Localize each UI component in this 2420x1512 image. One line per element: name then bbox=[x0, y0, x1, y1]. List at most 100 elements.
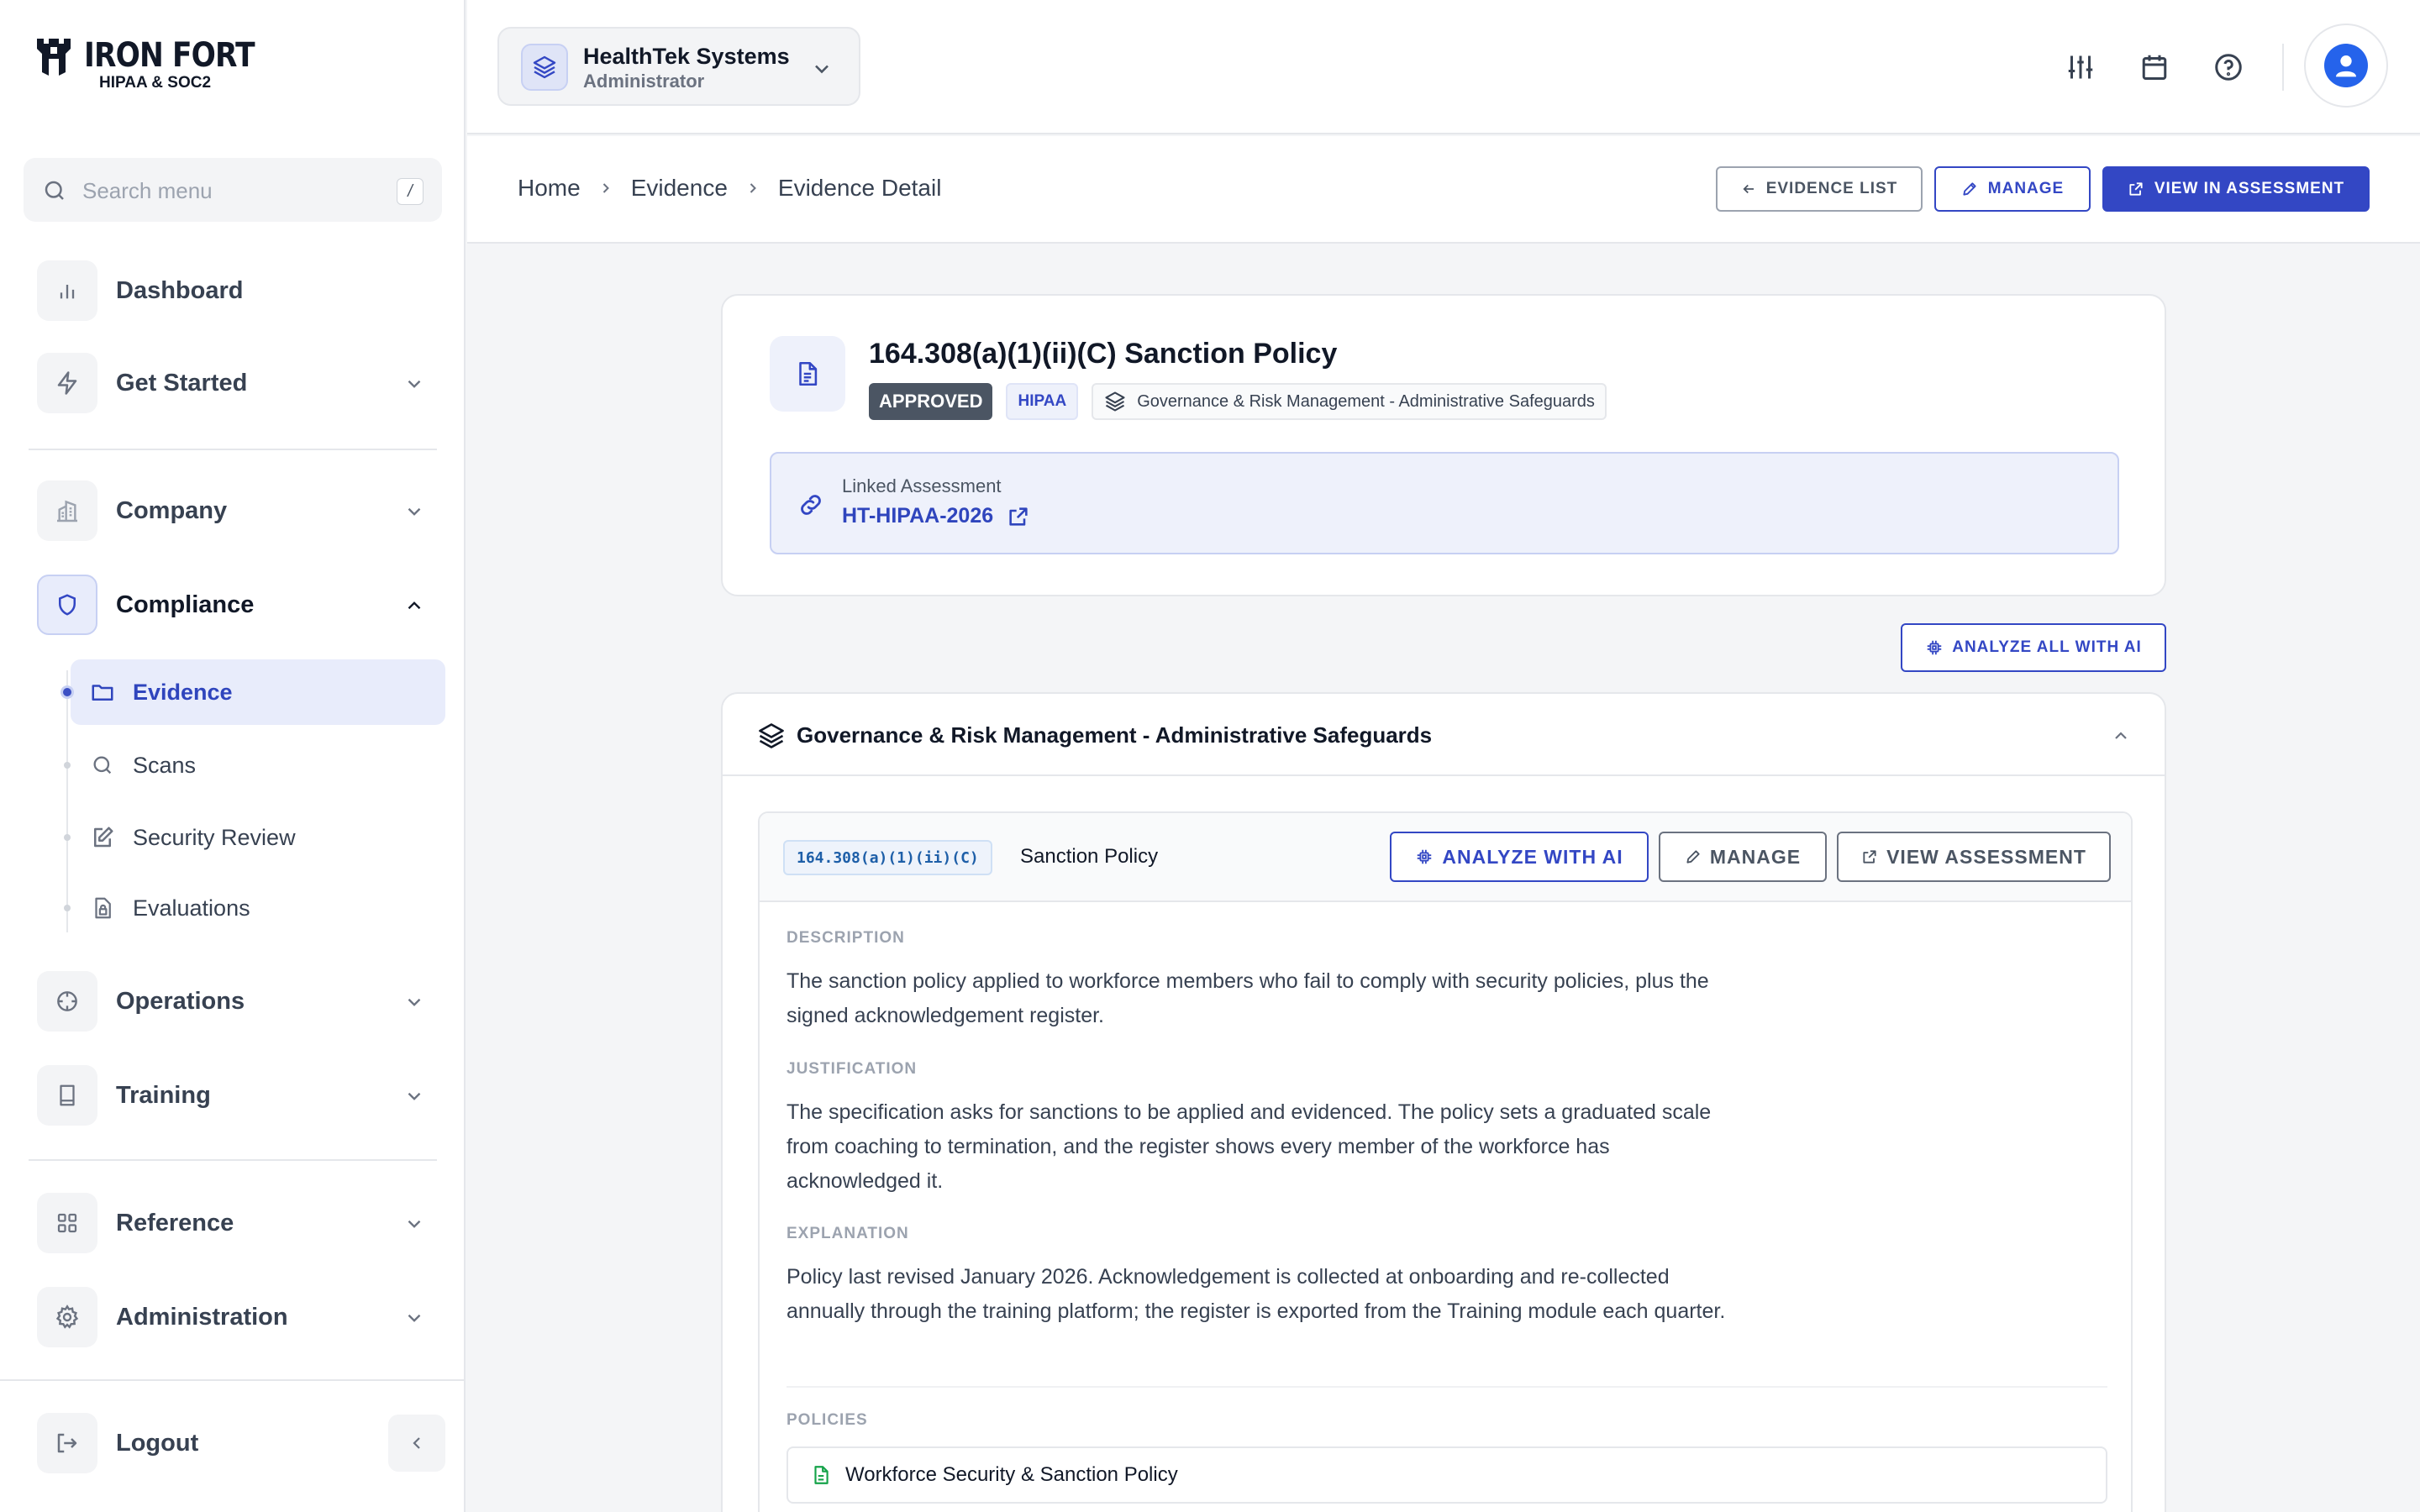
sidebar-item-scans[interactable]: Scans bbox=[71, 732, 445, 798]
brand-subtitle: HIPAA & SOC2 bbox=[99, 74, 212, 92]
manage-button[interactable]: MANAGE bbox=[1934, 166, 2091, 212]
evidence-list-button[interactable]: EVIDENCE LIST bbox=[1716, 166, 1923, 212]
toolbar-separator bbox=[2282, 44, 2284, 91]
analyze-with-ai-button[interactable]: ANALYZE WITH AI bbox=[1390, 832, 1649, 882]
nav-item-dashboard[interactable]: Dashboard bbox=[37, 260, 449, 321]
external-link-icon bbox=[1863, 850, 1876, 864]
sidebar-label-evaluations: Evaluations bbox=[133, 895, 250, 921]
requirement-divider bbox=[786, 1386, 2107, 1388]
collapse-sidebar-button[interactable] bbox=[388, 1415, 445, 1472]
locked-file-icon bbox=[89, 895, 116, 921]
nav-label-reference: Reference bbox=[116, 1209, 234, 1236]
bar-chart-icon bbox=[37, 260, 97, 321]
policy-list-item[interactable]: Workforce Security & Sanction Policy bbox=[786, 1446, 2107, 1504]
nav-item-get-started[interactable]: Get Started bbox=[37, 353, 449, 413]
view-assessment-button[interactable]: VIEW ASSESSMENT bbox=[1837, 832, 2111, 882]
linked-assessment-panel: Linked Assessment HT-HIPAA-2026 bbox=[770, 452, 2119, 554]
layers-icon bbox=[521, 44, 568, 91]
requirement-manage-label: MANAGE bbox=[1709, 845, 1802, 868]
linked-assessment-link[interactable]: HT-HIPAA-2026 bbox=[842, 504, 1030, 528]
sidebar-label-security-review: Security Review bbox=[133, 824, 296, 850]
view-in-assessment-button[interactable]: VIEW IN ASSESSMENT bbox=[2102, 166, 2370, 212]
control-section-card: Governance & Risk Management - Administr… bbox=[721, 692, 2166, 1512]
gear-icon bbox=[37, 1287, 97, 1347]
document-icon bbox=[770, 336, 845, 412]
linked-assessment-id: HT-HIPAA-2026 bbox=[842, 504, 994, 528]
organization-name: HealthTek Systems bbox=[583, 44, 790, 69]
nav-item-compliance[interactable]: Compliance bbox=[37, 575, 449, 635]
requirement-name: Sanction Policy bbox=[1020, 845, 1159, 868]
pencil-icon bbox=[1686, 850, 1700, 864]
brand-name: IRON FORT bbox=[84, 36, 255, 75]
category-badge: Governance & Risk Management - Administr… bbox=[1092, 383, 1607, 420]
search-icon bbox=[45, 181, 64, 200]
policy-name: Workforce Security & Sanction Policy bbox=[845, 1463, 1178, 1486]
shield-icon bbox=[37, 575, 97, 635]
breadcrumb-evidence[interactable]: Evidence bbox=[631, 175, 728, 202]
nav-item-training[interactable]: Training bbox=[37, 1065, 449, 1126]
nav-label-company: Company bbox=[116, 496, 228, 524]
evidence-header-card: 164.308(a)(1)(ii)(C) Sanction Policy APP… bbox=[721, 294, 2166, 596]
description-label: DESCRIPTION bbox=[786, 929, 905, 947]
evidence-title: 164.308(a)(1)(ii)(C) Sanction Policy bbox=[869, 338, 1338, 370]
view-in-assessment-label: VIEW IN ASSESSMENT bbox=[2154, 180, 2345, 197]
chevron-up-icon bbox=[408, 601, 421, 610]
sidebar-footer-divider bbox=[0, 1379, 466, 1381]
active-indicator-dot bbox=[60, 685, 74, 699]
nav-label-operations: Operations bbox=[116, 987, 245, 1015]
page-header: Home Evidence Evidence Detail EVIDENCE L… bbox=[467, 136, 2420, 244]
pencil-icon bbox=[1963, 182, 1976, 196]
nav-label-training: Training bbox=[116, 1081, 211, 1109]
sidebar-item-evaluations[interactable]: Evaluations bbox=[71, 875, 445, 941]
crosshair-icon bbox=[37, 971, 97, 1032]
chevron-left-icon bbox=[413, 1437, 420, 1449]
requirement-code: 164.308(a)(1)(ii)(C) bbox=[783, 840, 992, 875]
nav-label-administration: Administration bbox=[116, 1303, 288, 1331]
requirement-manage-button[interactable]: MANAGE bbox=[1659, 832, 1827, 882]
nav-item-reference[interactable]: Reference bbox=[37, 1193, 449, 1253]
search-menu-input[interactable]: Search menu / bbox=[24, 158, 442, 222]
breadcrumb-home[interactable]: Home bbox=[518, 175, 581, 202]
breadcrumb: Home Evidence Evidence Detail bbox=[518, 175, 941, 202]
user-avatar-button[interactable] bbox=[2304, 24, 2388, 108]
building-icon bbox=[37, 480, 97, 541]
calendar-icon[interactable] bbox=[2139, 52, 2170, 82]
external-link-icon bbox=[2129, 182, 2143, 196]
layers-icon bbox=[1105, 391, 1125, 412]
organization-switcher[interactable]: HealthTek Systems Administrator bbox=[497, 27, 860, 106]
search-shortcut-key: / bbox=[397, 178, 424, 205]
logout-button[interactable]: Logout bbox=[37, 1413, 356, 1473]
category-label: Governance & Risk Management - Administr… bbox=[1137, 391, 1595, 411]
external-link-icon bbox=[1009, 507, 1028, 526]
nav-label-dashboard: Dashboard bbox=[116, 276, 244, 304]
chevron-down-icon bbox=[815, 65, 829, 74]
sidebar-item-security-review[interactable]: Security Review bbox=[71, 805, 445, 870]
magnifier-icon bbox=[89, 752, 116, 779]
description-text: The sanction policy applied to workforce… bbox=[786, 969, 1709, 1027]
edit-document-icon bbox=[89, 824, 116, 851]
analyze-all-with-ai-button[interactable]: ANALYZE ALL WITH AI bbox=[1901, 623, 2166, 672]
nav-item-administration[interactable]: Administration bbox=[37, 1287, 449, 1347]
nav-item-company[interactable]: Company bbox=[37, 480, 449, 541]
layers-icon bbox=[759, 723, 784, 748]
search-placeholder: Search menu bbox=[82, 178, 213, 203]
sidebar-label-evidence: Evidence bbox=[133, 679, 233, 705]
chevron-right-icon bbox=[750, 183, 756, 193]
lightning-icon bbox=[37, 353, 97, 413]
section-header[interactable]: Governance & Risk Management - Administr… bbox=[723, 694, 2165, 776]
status-badge: APPROVED bbox=[869, 383, 993, 420]
folder-icon bbox=[89, 679, 116, 706]
chevron-up-icon bbox=[2115, 732, 2127, 739]
sliders-icon[interactable] bbox=[2065, 52, 2096, 82]
link-icon bbox=[801, 495, 821, 515]
chevron-down-icon bbox=[408, 1220, 421, 1228]
linked-assessment-label: Linked Assessment bbox=[842, 475, 1002, 496]
nav-item-operations[interactable]: Operations bbox=[37, 971, 449, 1032]
nav-label-get-started: Get Started bbox=[116, 369, 248, 396]
sidebar-item-evidence[interactable]: Evidence bbox=[71, 659, 445, 725]
brand-logo[interactable]: IRON FORT HIPAA & SOC2 bbox=[35, 37, 282, 92]
submenu-dot bbox=[64, 905, 71, 911]
help-icon[interactable] bbox=[2213, 52, 2244, 82]
submenu-guide-line bbox=[66, 670, 68, 932]
section-title: Governance & Risk Management - Administr… bbox=[797, 722, 1433, 748]
